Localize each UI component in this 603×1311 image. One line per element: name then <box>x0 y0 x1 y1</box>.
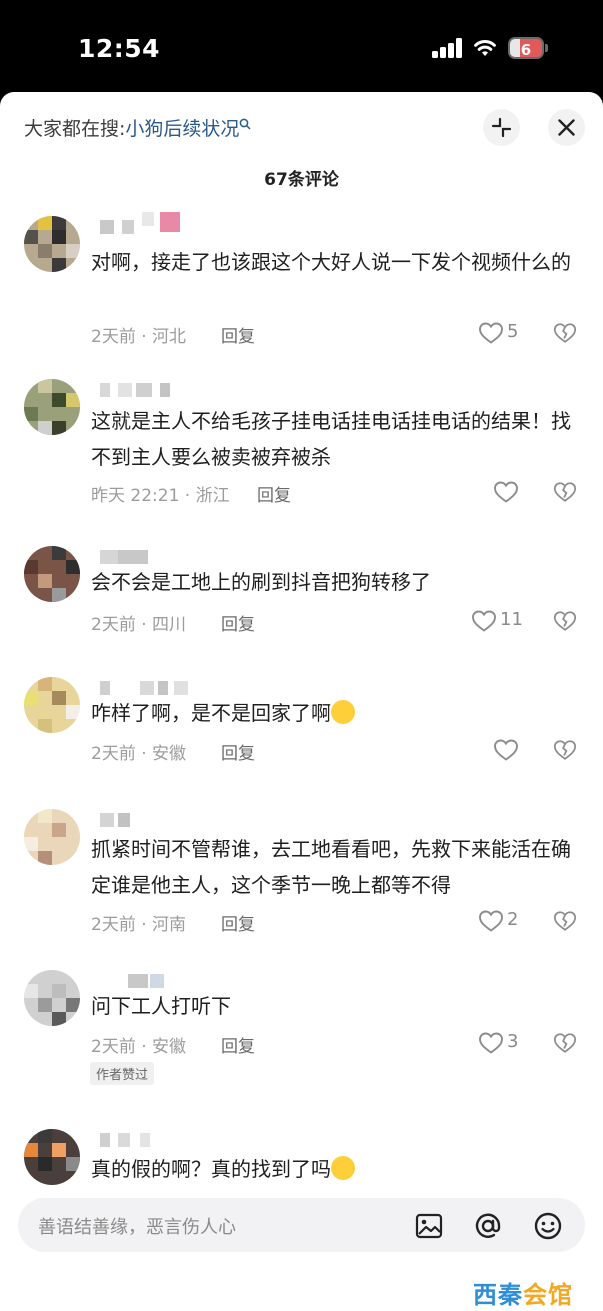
comment-text: 真的假的啊？真的找到了吗 <box>91 1151 579 1187</box>
wifi-icon <box>474 40 496 56</box>
broken-heart-icon[interactable] <box>553 321 577 345</box>
like-count: 3 <box>507 1031 519 1052</box>
comment-location: 河北 <box>152 327 187 347</box>
meta-separator: · <box>135 615 153 635</box>
trending-search-term[interactable]: 小狗后续状况 <box>125 118 239 140</box>
like-button[interactable] <box>493 738 553 764</box>
avatar[interactable] <box>24 546 80 602</box>
meta-separator: · <box>135 744 153 764</box>
meta-separator: · <box>135 915 153 935</box>
heart-icon <box>479 1032 503 1054</box>
comment-location: 安徽 <box>152 1037 187 1057</box>
meta-separator: · <box>135 1037 153 1057</box>
comment-time: 2天前 <box>91 327 136 347</box>
heart-icon <box>479 910 503 932</box>
comment-time: 昨天 22:21 <box>91 486 180 506</box>
comment-meta: 2天前 · 安徽 <box>91 1032 186 1057</box>
close-button[interactable] <box>548 109 585 146</box>
comment-time: 2天前 <box>91 915 136 935</box>
battery-level: 6 <box>520 41 532 59</box>
heart-icon <box>494 481 518 503</box>
at-icon[interactable] <box>473 1211 503 1241</box>
like-count: 5 <box>507 321 519 342</box>
comment-text: 对啊，接走了也该跟这个大好人说一下发个视频什么的 <box>91 250 571 274</box>
comment-location: 四川 <box>152 615 187 635</box>
like-button[interactable]: 2 <box>478 909 538 935</box>
collapse-button[interactable] <box>483 109 520 146</box>
trending-search[interactable]: 大家都在搜:小狗后续状况 <box>24 114 251 141</box>
watermark-part1: 西秦 <box>473 1281 523 1309</box>
comment-time: 2天前 <box>91 615 136 635</box>
like-button[interactable]: 3 <box>478 1031 538 1057</box>
username-blurred[interactable] <box>100 212 190 236</box>
meta-separator: · <box>179 486 196 506</box>
like-button[interactable] <box>493 480 553 506</box>
comment-meta: 2天前 · 河南 <box>91 910 186 935</box>
watermark-part2: 会馆 <box>523 1281 573 1309</box>
comment-input[interactable]: 善语结善缘，恶言伤人心 <box>18 1198 585 1252</box>
comment-meta: 2天前 · 河北 <box>91 322 186 347</box>
emoji-icon[interactable] <box>533 1211 563 1241</box>
username-blurred[interactable] <box>100 381 190 399</box>
like-count: 11 <box>500 609 523 630</box>
broken-heart-icon[interactable] <box>553 909 577 933</box>
like-button[interactable]: 11 <box>471 609 531 635</box>
avatar[interactable] <box>24 970 80 1026</box>
meta-separator: · <box>135 327 153 347</box>
trending-search-label: 大家都在搜: <box>24 118 126 140</box>
reply-button[interactable]: 回复 <box>257 481 291 506</box>
comment-input-placeholder: 善语结善缘，恶言伤人心 <box>38 1217 236 1238</box>
comment-meta: 昨天 22:21 · 浙江 <box>91 481 230 506</box>
comment-count: 67条评论 <box>264 170 339 190</box>
comment-time: 2天前 <box>91 1037 136 1057</box>
broken-heart-icon[interactable] <box>553 1031 577 1055</box>
comment-text: 抓紧时间不管帮谁，去工地看看吧，先救下来能活在确定谁是他主人，这个季节一晚上都等… <box>91 837 571 897</box>
battery-indicator: 6 <box>508 37 548 59</box>
broken-heart-icon[interactable] <box>553 609 577 633</box>
reply-button[interactable]: 回复 <box>221 910 255 935</box>
status-bar: 12:54 6 <box>0 0 603 92</box>
heart-icon <box>472 610 496 632</box>
broken-heart-icon[interactable] <box>553 480 577 504</box>
watermark-logo: 西秦会馆 <box>473 1275 573 1310</box>
reply-button[interactable]: 回复 <box>221 322 255 347</box>
comment-text: 咋样了啊，是不是回家了啊 <box>91 695 579 731</box>
search-icon <box>240 118 251 130</box>
comments-sheet: 大家都在搜:小狗后续状况 67条评论 对啊，接走了也该跟这个大好人说一下发个视频… <box>0 92 603 1311</box>
author-liked-badge: 作者赞过 <box>90 1062 155 1085</box>
avatar[interactable] <box>24 216 80 272</box>
collapse-icon <box>491 117 512 138</box>
avatar[interactable] <box>24 379 80 435</box>
comment-text: 这就是主人不给毛孩子挂电话挂电话挂电话的结果！找不到主人要么被卖被弃被杀 <box>91 409 571 469</box>
reply-button[interactable]: 回复 <box>221 610 255 635</box>
broken-heart-icon[interactable] <box>553 738 577 762</box>
comment-text-content: 真的假的啊？真的找到了吗 <box>91 1157 331 1181</box>
status-time: 12:54 <box>78 34 161 63</box>
username-blurred[interactable] <box>100 1131 160 1149</box>
avatar[interactable] <box>24 677 80 733</box>
signal-icon <box>432 38 464 58</box>
pleading-face-icon <box>331 1156 355 1180</box>
username-blurred[interactable] <box>100 811 140 829</box>
heart-icon <box>479 322 503 344</box>
avatar[interactable] <box>24 1129 80 1185</box>
reply-button[interactable]: 回复 <box>221 1032 255 1057</box>
comment-location: 河南 <box>152 915 187 935</box>
close-icon <box>558 119 575 136</box>
heart-icon <box>494 739 518 761</box>
comment-location: 浙江 <box>195 486 230 506</box>
comment-meta: 2天前 · 安徽 <box>91 739 186 764</box>
avatar[interactable] <box>24 809 80 865</box>
like-count: 2 <box>507 909 519 930</box>
comment-text-content: 咋样了啊，是不是回家了啊 <box>91 701 331 725</box>
crying-face-icon <box>331 700 355 724</box>
image-icon[interactable] <box>414 1211 444 1241</box>
comment-meta: 2天前 · 四川 <box>91 610 186 635</box>
like-button[interactable]: 5 <box>478 321 538 347</box>
comment-location: 安徽 <box>152 744 187 764</box>
reply-button[interactable]: 回复 <box>221 739 255 764</box>
comment-text: 会不会是工地上的刷到抖音把狗转移了 <box>91 570 431 594</box>
comment-time: 2天前 <box>91 744 136 764</box>
comment-text: 问下工人打听下 <box>91 994 231 1018</box>
